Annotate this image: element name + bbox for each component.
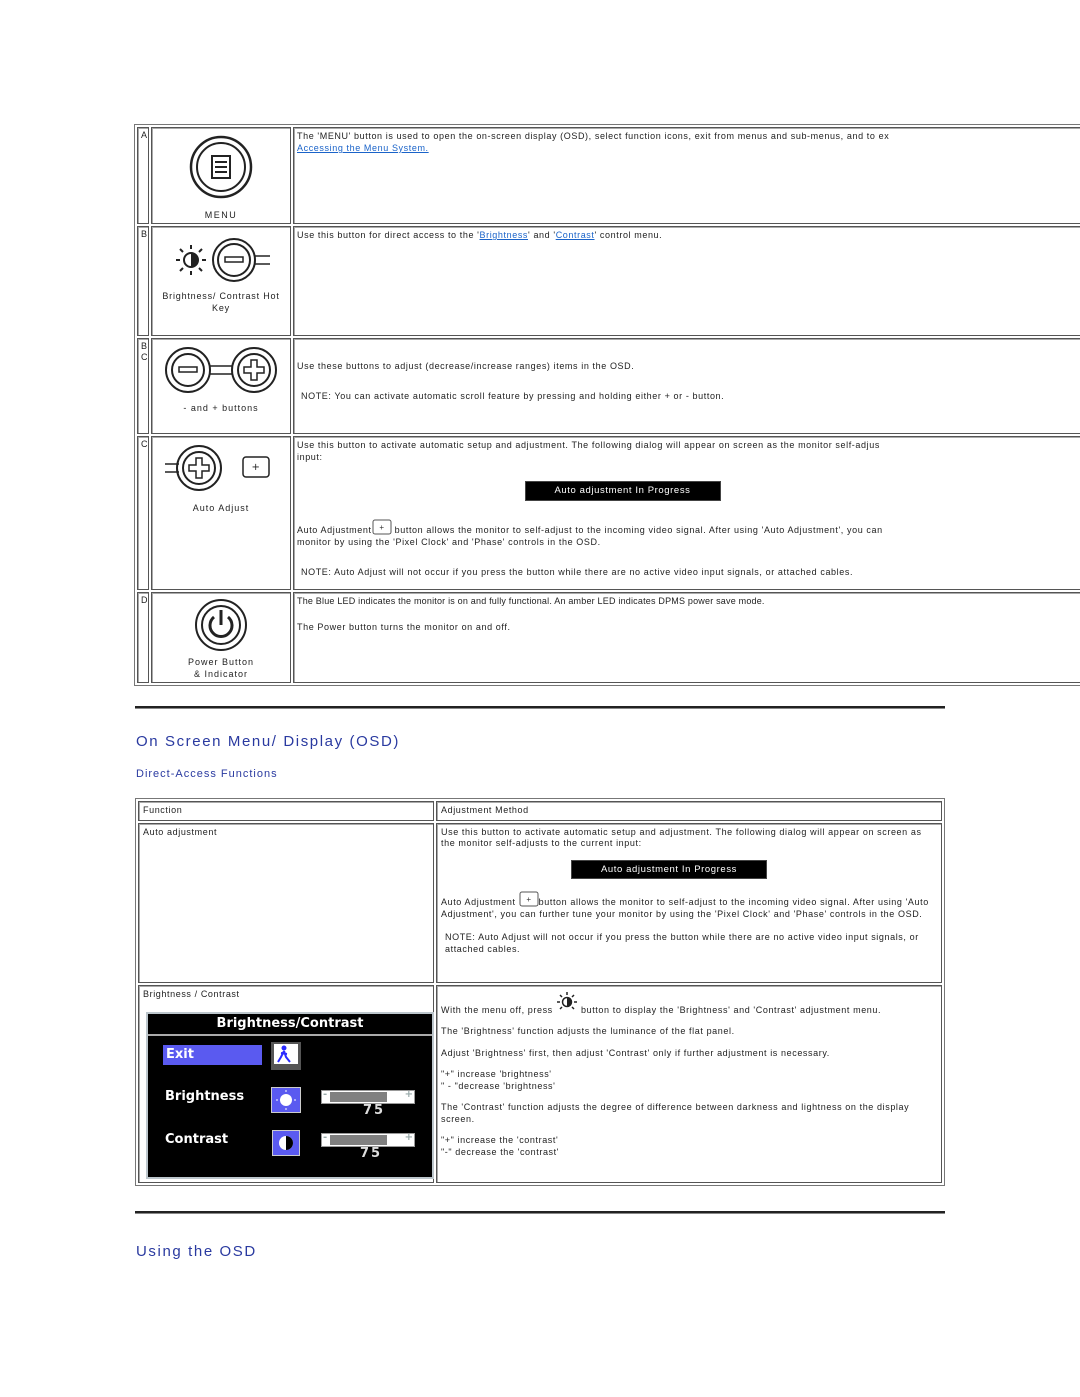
brightness-desc-2: The 'Brightness' function adjusts the lu… — [441, 1026, 735, 1036]
osd-brightness-icon — [271, 1087, 301, 1113]
auto-adjust-small-icon: + — [372, 519, 392, 535]
row-letter: B C — [137, 338, 149, 434]
brightness-desc-text-end: ' control menu. — [594, 230, 663, 240]
brightness-contrast-small-icon — [556, 991, 577, 1010]
direct-access-table: Function Adjustment Method Auto adjustme… — [135, 798, 945, 1186]
function-name: Brightness / Contrast — [143, 988, 240, 999]
brightness-desc-text: Use this button for direct access to the… — [297, 230, 480, 240]
minus-plus-buttons-icon — [165, 347, 277, 393]
brightness-desc-1: With the menu off, press — [441, 1004, 556, 1015]
svg-text:+: + — [252, 462, 261, 473]
auto-adjust-intro-2: input: — [297, 452, 323, 462]
auto-adjust-note: NOTE: Auto Adjust will not occur if you … — [445, 932, 919, 954]
contrast-link[interactable]: Contrast — [556, 230, 595, 240]
power-button-icon — [195, 599, 247, 651]
brightness-desc-text-mid: ' and ' — [528, 230, 556, 240]
control-row-auto-adjust: C + Auto Adjust Use this button to activ… — [137, 436, 1080, 590]
control-caption: Brightness/ Contrast Hot Key — [162, 291, 280, 313]
row-letter: B — [137, 226, 149, 336]
control-caption: - and + buttons — [183, 403, 259, 413]
scroll-note: NOTE: You can activate automatic scroll … — [301, 391, 725, 401]
auto-adjust-text: Auto Adjustment — [297, 525, 372, 535]
table-row-auto-adjustment: Auto adjustment Use this button to activ… — [138, 822, 942, 983]
osd-brightness-label: Brightness — [165, 1089, 245, 1104]
osd-brightness-slider: - + — [321, 1089, 415, 1104]
section-divider — [135, 706, 945, 709]
auto-adjust-text-3: monitor by using the 'Pixel Clock' and '… — [297, 537, 601, 547]
osd-exit-item: Exit — [163, 1045, 262, 1065]
accessing-menu-system-link[interactable]: Accessing the Menu System. — [297, 143, 429, 153]
row-letter: D — [137, 592, 149, 683]
osd-title: Brightness/Contrast — [148, 1014, 432, 1036]
exit-icon — [271, 1042, 301, 1070]
svg-text:+: + — [379, 523, 384, 532]
direct-access-heading: Direct-Access Functions — [136, 768, 278, 780]
contrast-desc: The 'Contrast' function adjusts the degr… — [441, 1102, 910, 1124]
auto-adjustment-description: Use this button to activate automatic se… — [441, 826, 922, 849]
auto-adjust-intro: Use this button to activate automatic se… — [297, 440, 880, 450]
brightness-contrast-osd-screenshot: Brightness/Contrast Exit Brightness - + 7… — [146, 1012, 434, 1179]
section-divider — [135, 1211, 945, 1214]
osd-contrast-slider-fill — [330, 1135, 387, 1145]
controls-table-wrapper: A MENU The 'MENU' button is used to open… — [134, 124, 1080, 686]
using-osd-heading: Using the OSD — [136, 1243, 257, 1260]
auto-adjust-text: Auto Adjustment — [441, 897, 519, 907]
contrast-increase: "+" increase the 'contrast' — [441, 1135, 559, 1145]
control-row-menu: A MENU The 'MENU' button is used to open… — [137, 127, 1080, 224]
row-letter: C — [137, 436, 149, 590]
brightness-desc-3: Adjust 'Brightness' first, then adjust '… — [441, 1047, 830, 1058]
brightness-contrast-hotkey-icon — [176, 238, 270, 282]
minus-plus-description: Use these buttons to adjust (decrease/in… — [297, 361, 635, 371]
auto-adjust-progress-dialog: Auto adjustment In Progress — [571, 859, 767, 879]
led-description: The Blue LED indicates the monitor is on… — [297, 596, 765, 606]
brightness-link[interactable]: Brightness — [480, 230, 529, 240]
osd-contrast-icon — [272, 1130, 300, 1156]
auto-adjust-small-icon: + — [519, 891, 539, 907]
svg-text:+: + — [526, 895, 531, 904]
auto-adjust-icon: + — [165, 445, 270, 491]
control-caption: Power Button & Indicator — [187, 657, 255, 679]
auto-adjust-note: NOTE: Auto Adjust will not occur if you … — [301, 567, 854, 577]
osd-contrast-value: 75 — [360, 1146, 383, 1161]
control-row-brightness-contrast: B Brightness/ Contrast Hot Key Use this … — [137, 226, 1080, 336]
osd-brightness-value: 75 — [363, 1103, 386, 1118]
contrast-decrease: "-" decrease the 'contrast' — [441, 1146, 560, 1157]
control-row-minus-plus: B C - and + buttons Use these buttons to… — [137, 338, 1080, 434]
column-header-function: Function — [138, 801, 434, 821]
table-header-row: Function Adjustment Method — [138, 801, 942, 821]
brightness-increase: "+" increase 'brightness' — [441, 1069, 552, 1079]
table-row-brightness-contrast: Brightness / Contrast Brightness/Contras… — [138, 984, 942, 1183]
auto-adjust-text-2: button allows the monitor to self-adjust… — [391, 525, 883, 535]
menu-button-icon — [189, 135, 253, 199]
power-description: The Power button turns the monitor on an… — [297, 622, 511, 632]
osd-section-heading: On Screen Menu/ Display (OSD) — [136, 733, 400, 750]
row-letter: A — [137, 127, 149, 224]
auto-adjust-progress-dialog: Auto adjustment In Progress — [524, 481, 721, 501]
column-header-adjustment-method: Adjustment Method — [436, 801, 942, 821]
brightness-decrease: " - "decrease 'brightness' — [441, 1080, 556, 1091]
control-caption: MENU — [204, 210, 238, 220]
controls-table: A MENU The 'MENU' button is used to open… — [134, 124, 1080, 686]
control-row-power: D Power Button & Indicator The Blue LED … — [137, 592, 1080, 683]
menu-description: The 'MENU' button is used to open the on… — [297, 131, 890, 141]
osd-contrast-slider: - + — [321, 1132, 415, 1147]
control-caption: Auto Adjust — [192, 503, 250, 513]
osd-contrast-label: Contrast — [165, 1132, 229, 1147]
function-name: Auto adjustment — [138, 822, 434, 983]
osd-brightness-slider-fill — [330, 1092, 387, 1102]
brightness-desc-1b: button to display the 'Brightness' and '… — [577, 1004, 882, 1015]
